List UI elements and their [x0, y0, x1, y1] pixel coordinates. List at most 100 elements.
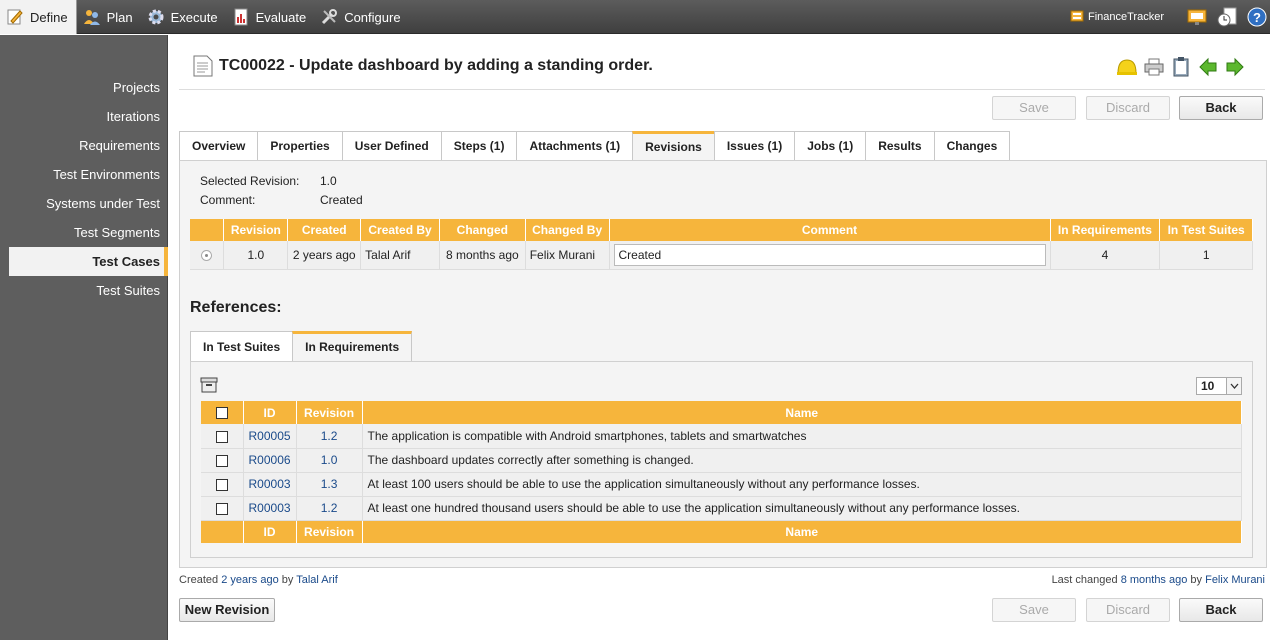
chevron-down-icon	[1226, 378, 1241, 394]
table-row[interactable]: R00005 1.2 The application is compatible…	[201, 424, 1243, 449]
requirement-id-link[interactable]: R00005	[243, 424, 297, 449]
next-button[interactable]	[1222, 55, 1248, 79]
title-row: TC00022 - Update dashboard by adding a s…	[192, 54, 653, 78]
sidebar-item-test-cases[interactable]: Test Cases	[9, 247, 168, 276]
nav-evaluate[interactable]: Evaluate	[226, 0, 315, 34]
activity-button[interactable]	[1214, 4, 1240, 30]
col-ref-revision[interactable]: Revision	[296, 401, 363, 424]
tab-in-test-suites[interactable]: In Test Suites	[190, 331, 294, 362]
tab-steps[interactable]: Steps (1)	[440, 131, 518, 161]
table-row[interactable]: R00006 1.0 The dashboard updates correct…	[201, 448, 1243, 473]
table-row[interactable]: 1.0 2 years ago Talal Arif 8 months ago …	[190, 241, 1253, 270]
requirements-table-footer: ID Revision Name	[201, 520, 1243, 543]
requirement-id-link[interactable]: R00003	[243, 472, 297, 497]
tab-issues[interactable]: Issues (1)	[713, 131, 796, 161]
changed-when-link[interactable]: 8 months ago	[1121, 574, 1188, 586]
help-button[interactable]: ?	[1244, 4, 1270, 30]
sidebar: Projects Iterations Requirements Test En…	[0, 35, 168, 640]
col-name[interactable]: Name	[362, 401, 1243, 424]
created-when-link[interactable]: 2 years ago	[221, 574, 278, 586]
revision-comment-input[interactable]	[613, 243, 1046, 266]
row-checkbox[interactable]	[215, 502, 228, 515]
tab-changes[interactable]: Changes	[933, 131, 1011, 161]
requirement-revision-link[interactable]: 1.2	[296, 496, 363, 521]
page-size-select[interactable]: 10	[1196, 377, 1242, 395]
changed-by-link[interactable]: Felix Murani	[1205, 574, 1265, 586]
sidebar-item-projects[interactable]: Projects	[9, 73, 168, 102]
requirement-name: The application is compatible with Andro…	[362, 424, 1243, 449]
save-button[interactable]: Save	[992, 96, 1076, 120]
back-button[interactable]: Back	[1179, 96, 1263, 120]
col-comment[interactable]: Comment	[609, 219, 1051, 241]
page-title: TC00022 - Update dashboard by adding a s…	[219, 57, 653, 74]
row-checkbox[interactable]	[215, 478, 228, 491]
requirement-revision-link[interactable]: 1.3	[296, 472, 363, 497]
revisions-table-header: Revision Created Created By Changed Chan…	[190, 219, 1253, 241]
sidebar-item-test-suites[interactable]: Test Suites	[9, 276, 168, 305]
sidebar-item-test-environments[interactable]: Test Environments	[9, 160, 168, 189]
requirement-revision-link[interactable]: 1.2	[296, 424, 363, 449]
col-created-by[interactable]: Created By	[360, 219, 440, 241]
table-row[interactable]: R00003 1.3 At least 100 users should be …	[201, 472, 1243, 497]
discard-button-bottom[interactable]: Discard	[1086, 598, 1170, 622]
tab-overview[interactable]: Overview	[179, 131, 259, 161]
project-name: FinanceTracker	[1087, 11, 1164, 23]
sidebar-item-test-segments[interactable]: Test Segments	[9, 218, 168, 247]
requirement-revision-link[interactable]: 1.0	[296, 448, 363, 473]
nav-plan[interactable]: Plan	[77, 0, 141, 34]
created-info: Created 2 years ago by Talal Arif	[179, 574, 338, 586]
main-content: TC00022 - Update dashboard by adding a s…	[169, 35, 1270, 640]
comment-label: Comment:	[200, 193, 256, 207]
tab-revisions[interactable]: Revisions	[632, 131, 715, 161]
tab-results[interactable]: Results	[865, 131, 935, 161]
col-id[interactable]: ID	[243, 401, 297, 424]
requirement-name: At least one hundred thousand users shou…	[362, 496, 1243, 521]
nav-configure[interactable]: Configure	[314, 0, 408, 34]
requirement-id-link[interactable]: R00003	[243, 496, 297, 521]
nav-define[interactable]: Define	[0, 0, 77, 34]
tab-attachments[interactable]: Attachments (1)	[516, 131, 634, 161]
archive-icon[interactable]	[200, 377, 218, 393]
tab-jobs[interactable]: Jobs (1)	[794, 131, 867, 161]
export-button[interactable]	[1168, 55, 1194, 79]
dashboard-button[interactable]	[1184, 4, 1210, 30]
save-button-bottom[interactable]: Save	[992, 598, 1076, 622]
requirement-id-link[interactable]: R00006	[243, 448, 297, 473]
row-checkbox[interactable]	[215, 430, 228, 443]
sidebar-item-systems-under-test[interactable]: Systems under Test	[9, 189, 168, 218]
nav-execute[interactable]: Execute	[141, 0, 226, 34]
row-checkbox[interactable]	[215, 454, 228, 467]
col-revision[interactable]: Revision	[223, 219, 289, 241]
print-button[interactable]	[1141, 55, 1167, 79]
new-revision-button[interactable]: New Revision	[179, 598, 275, 622]
revision-radio[interactable]	[201, 250, 213, 262]
back-button-bottom[interactable]: Back	[1179, 598, 1263, 622]
tab-user-defined[interactable]: User Defined	[341, 131, 442, 161]
tab-properties[interactable]: Properties	[257, 131, 343, 161]
tab-in-requirements[interactable]: In Requirements	[292, 331, 413, 362]
main-nav: Define Plan Execute Evaluate Configure	[0, 0, 409, 34]
col-created[interactable]: Created	[287, 219, 362, 241]
previous-button[interactable]	[1195, 55, 1221, 79]
select-all-checkbox[interactable]	[215, 407, 228, 420]
col-changed[interactable]: Changed	[439, 219, 526, 241]
selected-revision-value: 1.0	[320, 174, 337, 188]
sidebar-item-iterations[interactable]: Iterations	[9, 102, 168, 131]
people-icon	[82, 7, 102, 27]
project-selector[interactable]: FinanceTracker	[1070, 9, 1164, 26]
document-icon	[193, 55, 213, 77]
sidebar-item-requirements[interactable]: Requirements	[9, 131, 168, 160]
col-in-requirements[interactable]: In Requirements	[1050, 219, 1161, 241]
cell-changed-by: Felix Murani	[525, 241, 610, 270]
col-in-test-suites[interactable]: In Test Suites	[1159, 219, 1253, 241]
subscribe-button[interactable]	[1114, 55, 1140, 79]
created-by-link[interactable]: Talal Arif	[296, 574, 338, 586]
nav-configure-label: Configure	[344, 9, 401, 25]
col-changed-by[interactable]: Changed By	[525, 219, 610, 241]
table-row[interactable]: R00003 1.2 At least one hundred thousand…	[201, 496, 1243, 521]
discard-button[interactable]: Discard	[1086, 96, 1170, 120]
help-icon: ?	[1247, 7, 1267, 27]
references-panel: 10 ID Revision Name R00005 1.2 The appli…	[190, 361, 1253, 558]
revisions-panel: Selected Revision: 1.0 Comment: Created …	[179, 160, 1267, 568]
requirements-table-header: ID Revision Name	[201, 401, 1243, 424]
